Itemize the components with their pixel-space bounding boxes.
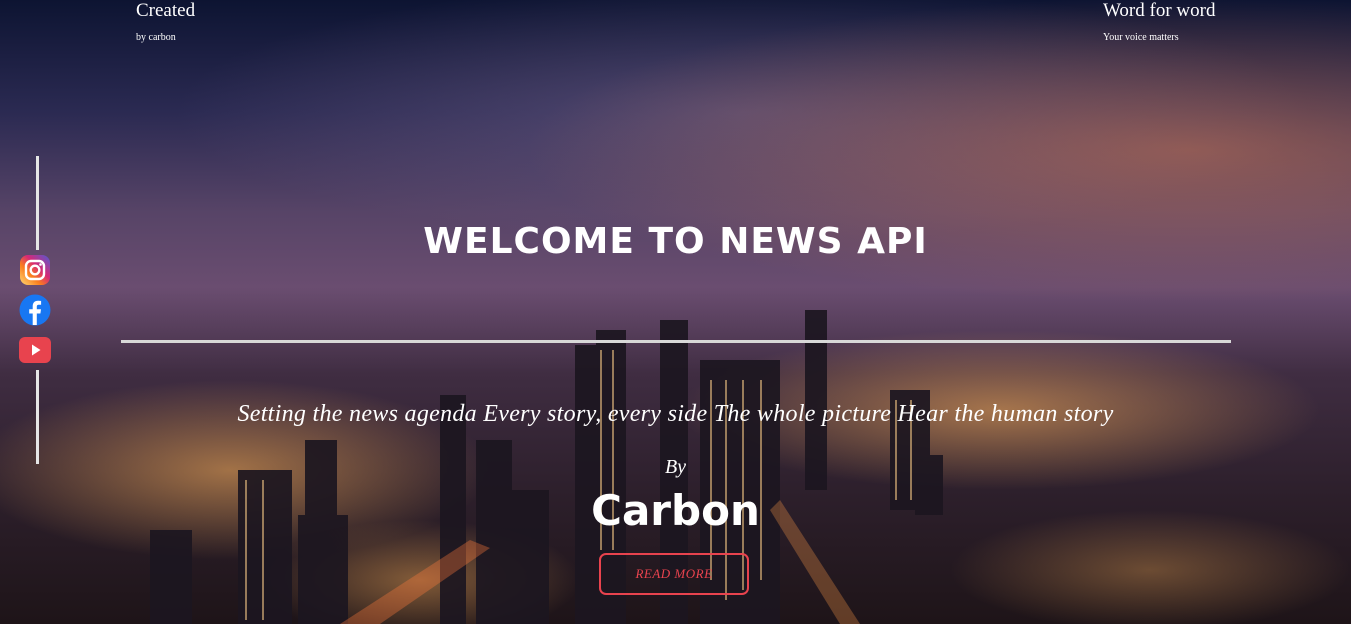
hero-divider [121,340,1231,343]
read-more-button[interactable]: READ MORE [599,553,749,595]
header-right-title: Word for word [1103,0,1216,21]
header-left-block: Created by carbon [136,0,195,43]
header-right-block: Word for word Your voice matters [1103,0,1215,43]
author-name: Carbon [591,486,760,535]
byline-label: By [664,456,687,478]
facebook-link[interactable] [19,294,51,326]
header-right-subtitle: Your voice matters [1103,32,1179,43]
hero-tagline: Setting the news agenda Every story, eve… [237,401,1114,427]
youtube-icon [19,337,51,363]
youtube-link[interactable] [19,334,51,366]
hero-heading: WELCOME TO NEWS API [423,221,928,262]
facebook-icon [19,294,51,326]
header-left-subtitle: by carbon [136,32,176,43]
header-left-title: Created [136,0,196,21]
